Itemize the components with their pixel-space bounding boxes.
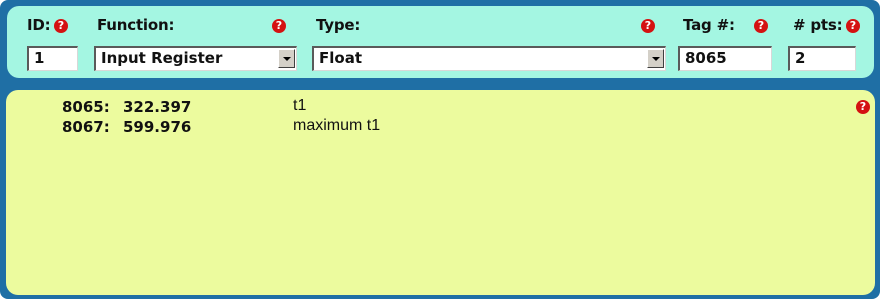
type-help-icon[interactable]: ? <box>641 19 655 33</box>
tag-label: Tag #: <box>683 16 735 34</box>
type-select[interactable]: Float <box>312 46 666 71</box>
function-dropdown-button[interactable] <box>278 49 295 68</box>
function-help-icon[interactable]: ? <box>272 19 286 33</box>
id-help-icon[interactable]: ? <box>54 19 68 33</box>
tag-input[interactable]: 8065 <box>678 46 772 71</box>
readings-panel: 8065: 322.397 t1 8067: 599.976 maximum t… <box>6 90 875 295</box>
type-select-value: Float <box>319 49 362 67</box>
reading-row: 8067: 599.976 maximum t1 <box>6 110 875 136</box>
tag-help-icon[interactable]: ? <box>754 19 768 33</box>
reading-row: 8065: 322.397 t1 <box>6 90 875 116</box>
function-select[interactable]: Input Register <box>94 46 297 71</box>
chevron-down-icon <box>283 57 291 61</box>
function-select-value: Input Register <box>101 49 223 67</box>
id-label: ID: <box>27 16 51 34</box>
modbus-widget: ID: ? Function: ? Type: ? Tag #: ? # pts… <box>0 0 880 299</box>
reading-description: maximum t1 <box>293 117 381 134</box>
readings-help-icon[interactable]: ? <box>856 100 870 114</box>
function-label: Function: <box>97 16 175 34</box>
chevron-down-icon <box>652 57 660 61</box>
header-panel: ID: ? Function: ? Type: ? Tag #: ? # pts… <box>7 6 874 78</box>
id-input[interactable]: 1 <box>27 46 78 71</box>
reading-address: 8067: <box>62 118 110 136</box>
type-label: Type: <box>316 16 361 34</box>
reading-value: 599.976 <box>123 118 192 136</box>
pts-help-icon[interactable]: ? <box>846 19 860 33</box>
type-dropdown-button[interactable] <box>647 49 664 68</box>
pts-input[interactable]: 2 <box>788 46 856 71</box>
pts-label: # pts: <box>793 16 843 34</box>
